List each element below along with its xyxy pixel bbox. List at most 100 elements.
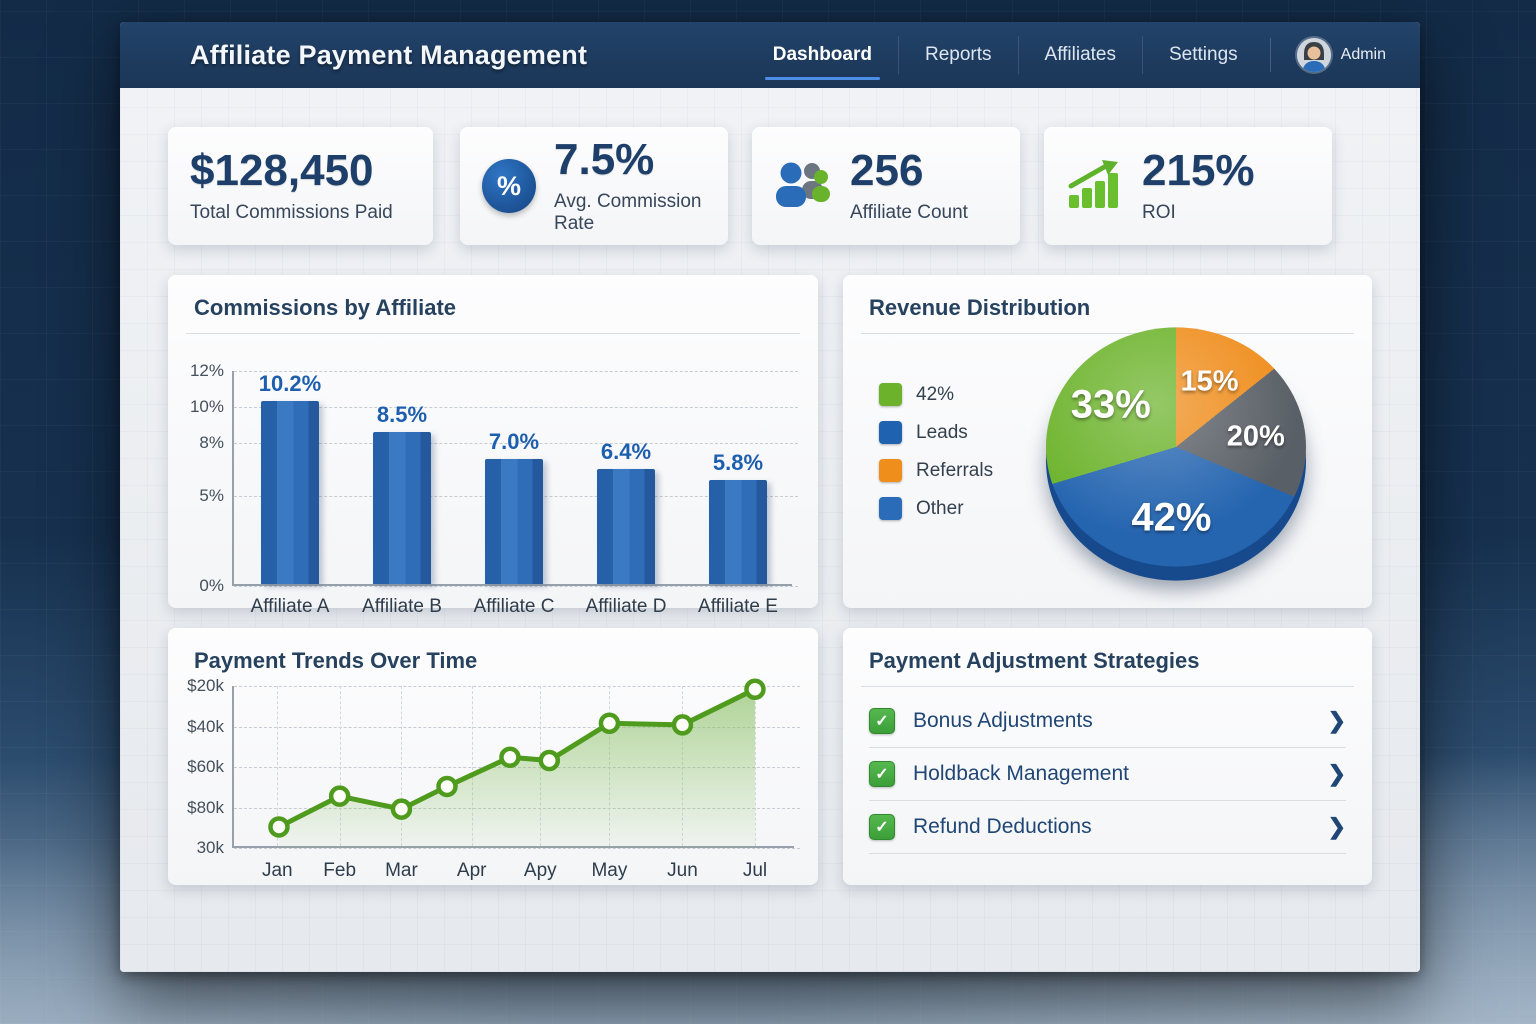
page-title: Affiliate Payment Management [190,40,587,71]
kpi-value: 256 [850,148,968,194]
legend-label: Other [916,498,964,520]
bar-category-label: Affiliate B [362,596,442,618]
line-x-label: Jul [743,860,767,882]
tab-settings[interactable]: Settings [1142,36,1264,74]
line-data-point [746,681,763,698]
line-x-label: Mar [385,860,418,882]
bar-category-label: Affiliate C [474,596,555,618]
line-chart-svg [234,686,796,848]
line-data-point [331,788,348,805]
user-menu[interactable]: Admin [1270,38,1386,72]
line-data-point [541,752,558,769]
line-chart-title: Payment Trends Over Time [168,628,818,686]
kpi-affiliate-count: 256 Affiliate Count [752,127,1020,245]
line-chart-panel: Payment Trends Over Time $20k$40k$60k$80… [168,628,818,885]
tab-reports[interactable]: Reports [898,36,1018,74]
chevron-right-icon: ❯ [1328,761,1346,787]
strategy-row-refund-deductions[interactable]: ✓ Refund Deductions ❯ [869,801,1346,854]
chevron-right-icon: ❯ [1328,814,1346,840]
line-x-label: May [591,860,627,882]
line-chart: $20k$40k$60k$80k30kJanFebMarAprApyMayJun… [232,686,794,848]
line-x-label: Apy [524,860,557,882]
pie-slice-label: 20% [1227,420,1285,453]
bar [373,432,431,584]
pie-legend: 42% Leads Referrals Other [879,383,993,520]
checkbox-checked-icon[interactable]: ✓ [869,761,895,787]
line-y-tick-label: 30k [197,838,224,858]
legend-swatch [879,497,902,520]
legend-item: Leads [879,421,993,444]
user-name: Admin [1341,46,1386,64]
strategy-label: Holdback Management [913,762,1129,786]
bar-value-label: 5.8% [713,450,763,476]
legend-label: Leads [916,422,968,444]
strategies-panel: Payment Adjustment Strategies ✓ Bonus Ad… [843,628,1372,885]
bar-y-tick-label: 5% [199,486,224,506]
tab-dashboard[interactable]: Dashboard [747,36,898,74]
pie-slice-label: 42% [1131,495,1211,540]
bar [709,480,767,584]
legend-item: Other [879,497,993,520]
line-data-point [393,801,410,818]
legend-swatch [879,459,902,482]
strategy-label: Refund Deductions [913,815,1092,839]
bar-y-tick-label: 10% [190,397,224,417]
legend-item: 42% [879,383,993,406]
line-y-tick-label: $80k [187,798,224,818]
legend-swatch [879,383,902,406]
line-data-point [270,818,287,835]
bar-value-label: 8.5% [377,402,427,428]
strategy-row-holdback-management[interactable]: ✓ Holdback Management ❯ [869,748,1346,801]
line-y-tick-label: $40k [187,717,224,737]
strategy-row-bonus-adjustments[interactable]: ✓ Bonus Adjustments ❯ [869,695,1346,748]
bar-category-label: Affiliate E [698,596,778,618]
users-icon [774,160,832,213]
line-data-point [501,749,518,766]
bar-y-tick-label: 0% [199,576,224,596]
bar-category-label: Affiliate A [251,596,330,618]
checkbox-checked-icon[interactable]: ✓ [869,814,895,840]
line-y-tick-label: $20k [187,676,224,696]
bar-value-label: 10.2% [259,371,321,397]
line-y-tick-label: $60k [187,757,224,777]
app-header: Affiliate Payment Management Dashboard R… [120,22,1420,88]
kpi-total-commissions: $128,450 Total Commissions Paid [168,127,433,245]
line-x-label: Jan [262,860,293,882]
app-window: Affiliate Payment Management Dashboard R… [120,22,1420,972]
legend-label: Referrals [916,460,993,482]
line-x-label: Jun [667,860,698,882]
pie-chart-panel: Revenue Distribution 42%LeadsReferralsOt… [843,275,1372,608]
tab-affiliates[interactable]: Affiliates [1018,36,1142,74]
strategy-label: Bonus Adjustments [913,709,1093,733]
bar-chart-title: Commissions by Affiliate [168,275,818,333]
line-x-label: Apr [457,860,487,882]
divider [861,686,1354,687]
main-nav: Dashboard Reports Affiliates Settings Ad… [747,22,1386,88]
legend-item: Referrals [879,459,993,482]
legend-swatch [879,421,902,444]
bar-chart-panel: Commissions by Affiliate 12%10%8%5%0%10.… [168,275,818,608]
checkbox-checked-icon[interactable]: ✓ [869,708,895,734]
percent-icon: % [482,159,536,213]
line-gridline [234,848,800,849]
bar-value-label: 6.4% [601,439,651,465]
kpi-label: Affiliate Count [850,202,968,224]
avatar [1297,38,1331,72]
line-data-point [438,778,455,795]
bar-y-tick-label: 12% [190,361,224,381]
line-data-point [601,715,618,732]
kpi-label: Total Commissions Paid [190,202,393,224]
pie-slice-label: 33% [1071,383,1151,428]
bar-chart: 12%10%8%5%0%10.2%Affiliate A8.5%Affiliat… [232,371,792,586]
kpi-avg-commission-rate: % 7.5% Avg. Commission Rate [460,127,728,245]
bar [597,469,655,584]
bar-gridline [234,586,798,587]
bar-y-tick-label: 8% [199,433,224,453]
kpi-roi: 215% ROI [1044,127,1332,245]
bar [485,459,543,584]
line-x-label: Feb [323,860,356,882]
kpi-value: 7.5% [554,137,706,183]
kpi-value: $128,450 [190,148,393,194]
divider [186,333,800,334]
line-data-point [674,716,691,733]
